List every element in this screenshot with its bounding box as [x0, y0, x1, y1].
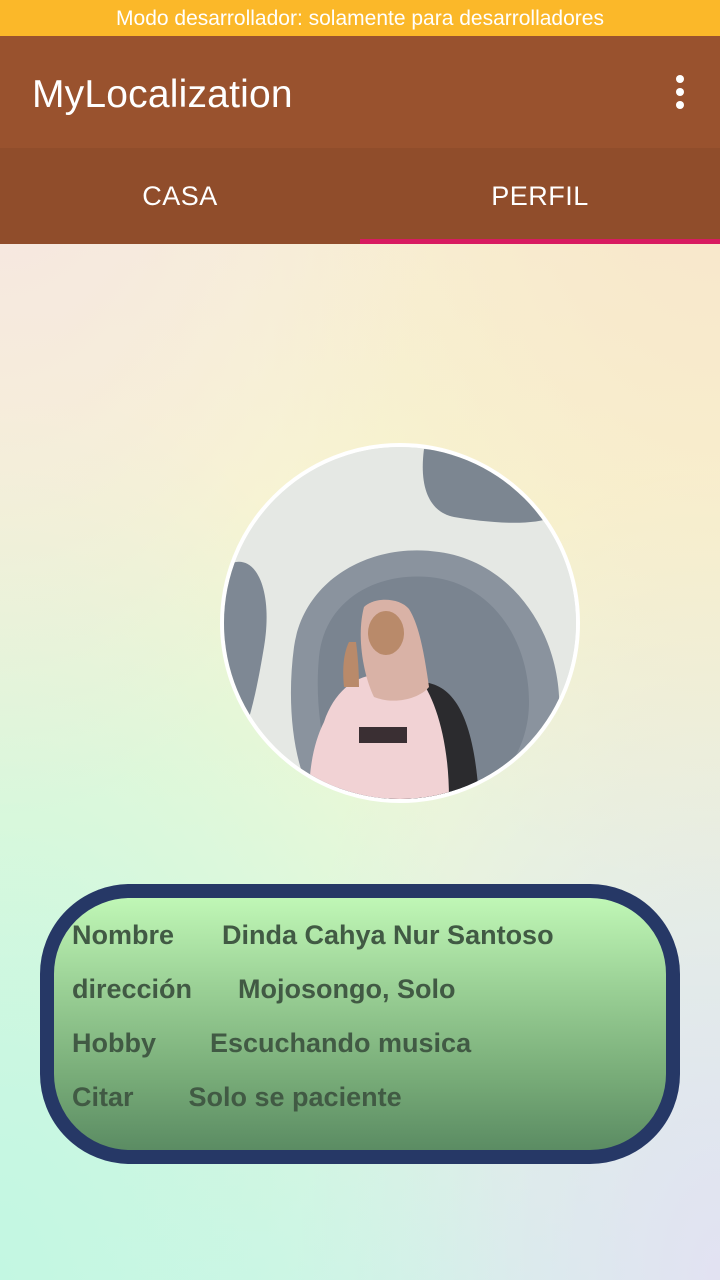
profile-photo [220, 443, 580, 803]
info-label: Hobby [72, 1028, 156, 1058]
profile-photo-image [224, 447, 576, 799]
profile-screen: Modo desarrollador: solamente para desar… [0, 0, 720, 1280]
tab-perfil[interactable]: PERFIL [360, 148, 720, 244]
tab-casa[interactable]: CASA [0, 148, 360, 244]
tab-bar: CASA PERFIL [0, 148, 720, 244]
developer-mode-banner: Modo desarrollador: solamente para desar… [0, 0, 720, 36]
app-title: MyLocalization [32, 73, 293, 116]
info-label: dirección [72, 974, 193, 1004]
profile-info-card: Nombre Dinda Cahya Nur Santoso dirección… [40, 884, 680, 1164]
app-bar: MyLocalization [0, 36, 720, 148]
tab-label: CASA [142, 180, 218, 211]
tab-label: PERFIL [491, 180, 589, 211]
info-row-quote: Citar Solo se paciente [72, 1082, 402, 1113]
info-value: Dinda Cahya Nur Santoso [222, 920, 554, 950]
info-row-address: dirección Mojosongo, Solo [72, 974, 456, 1005]
info-label: Nombre [72, 920, 175, 950]
info-value: Mojosongo, Solo [238, 974, 456, 1004]
menu-dot [676, 101, 684, 109]
info-value: Solo se paciente [188, 1082, 402, 1112]
menu-dot [676, 88, 684, 96]
info-label: Citar [72, 1082, 134, 1112]
more-vert-icon[interactable] [660, 72, 700, 112]
tab-selected-indicator [360, 239, 720, 244]
info-row-hobby: Hobby Escuchando musica [72, 1028, 471, 1059]
info-value: Escuchando musica [210, 1028, 472, 1058]
menu-dot [676, 75, 684, 83]
info-row-name: Nombre Dinda Cahya Nur Santoso [72, 920, 554, 951]
